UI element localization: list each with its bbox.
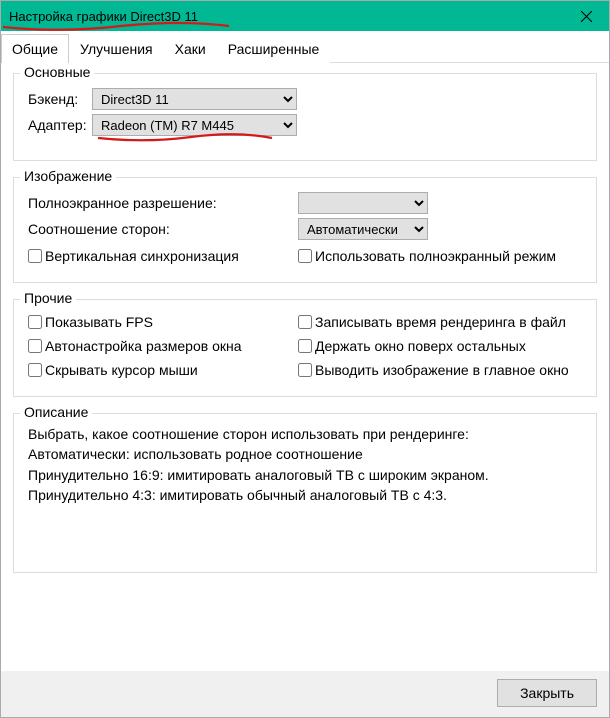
log-render-time-row: Записывать время рендеринга в файл	[298, 314, 566, 330]
show-fps-row: Показывать FPS	[28, 314, 284, 330]
log-render-time-checkbox[interactable]	[298, 315, 312, 329]
on-top-checkbox[interactable]	[298, 339, 312, 353]
tab-general[interactable]: Общие	[1, 34, 69, 63]
close-dialog-button[interactable]: Закрыть	[497, 679, 597, 707]
group-description: Описание Выбрать, какое соотношение стор…	[13, 413, 597, 573]
tab-advanced[interactable]: Расширенные	[217, 34, 331, 63]
show-fps-label: Показывать FPS	[45, 314, 153, 330]
group-misc-legend: Прочие	[20, 290, 76, 306]
group-misc: Прочие Показывать FPS Записывать время р…	[13, 299, 597, 397]
autoadjust-checkbox[interactable]	[28, 339, 42, 353]
log-render-time-label: Записывать время рендеринга в файл	[315, 314, 566, 330]
hide-cursor-label: Скрывать курсор мыши	[45, 362, 198, 378]
dialog-footer: Закрыть	[1, 671, 609, 717]
fullscreen-mode-checkbox-row: Использовать полноэкранный режим	[298, 248, 556, 264]
adapter-select[interactable]: Radeon (TM) R7 M445	[92, 114, 297, 136]
render-to-main-label: Выводить изображение в главное окно	[315, 362, 569, 378]
show-fps-checkbox[interactable]	[28, 315, 42, 329]
tab-bar: Общие Улучшения Хаки Расширенные	[1, 31, 609, 63]
fullscreen-mode-label: Использовать полноэкранный режим	[315, 248, 556, 264]
render-to-main-checkbox[interactable]	[298, 363, 312, 377]
vsync-label: Вертикальная синхронизация	[45, 248, 239, 264]
tab-enhance[interactable]: Улучшения	[69, 34, 164, 63]
fullscreen-res-label: Полноэкранное разрешение:	[28, 195, 298, 211]
on-top-row: Держать окно поверх остальных	[298, 338, 554, 354]
tab-hacks[interactable]: Хаки	[164, 34, 217, 63]
close-button[interactable]	[563, 1, 609, 31]
aspect-select[interactable]: Автоматически	[298, 218, 428, 240]
group-image-legend: Изображение	[20, 168, 116, 184]
hide-cursor-row: Скрывать курсор мыши	[28, 362, 284, 378]
backend-label: Бэкенд:	[28, 91, 92, 107]
desc-line: Принудительно 16:9: имитировать аналогов…	[28, 465, 582, 485]
group-basic: Основные Бэкенд: Direct3D 11 Адаптер: Ra…	[13, 73, 597, 161]
vsync-checkbox-row: Вертикальная синхронизация	[28, 248, 284, 264]
render-to-main-row: Выводить изображение в главное окно	[298, 362, 569, 378]
hide-cursor-checkbox[interactable]	[28, 363, 42, 377]
window-title: Настройка графики Direct3D 11	[9, 9, 198, 24]
fullscreen-mode-checkbox[interactable]	[298, 249, 312, 263]
autoadjust-row: Автонастройка размеров окна	[28, 338, 284, 354]
titlebar: Настройка графики Direct3D 11	[1, 1, 609, 31]
backend-select[interactable]: Direct3D 11	[92, 88, 297, 110]
desc-line: Принудительно 4:3: имитировать обычный а…	[28, 485, 582, 505]
aspect-label: Соотношение сторон:	[28, 221, 298, 237]
dialog-window: Настройка графики Direct3D 11 Общие Улуч…	[0, 0, 610, 718]
autoadjust-label: Автонастройка размеров окна	[45, 338, 242, 354]
desc-line: Автоматически: использовать родное соотн…	[28, 444, 582, 464]
tab-content: Основные Бэкенд: Direct3D 11 Адаптер: Ra…	[1, 63, 609, 671]
desc-line: Выбрать, какое соотношение сторон исполь…	[28, 424, 582, 444]
group-desc-legend: Описание	[20, 404, 92, 420]
group-basic-legend: Основные	[20, 64, 94, 80]
fullscreen-res-select[interactable]	[298, 192, 428, 214]
close-icon	[581, 11, 592, 22]
on-top-label: Держать окно поверх остальных	[315, 338, 526, 354]
group-image: Изображение Полноэкранное разрешение: Со…	[13, 177, 597, 283]
vsync-checkbox[interactable]	[28, 249, 42, 263]
adapter-label: Адаптер:	[28, 117, 92, 133]
